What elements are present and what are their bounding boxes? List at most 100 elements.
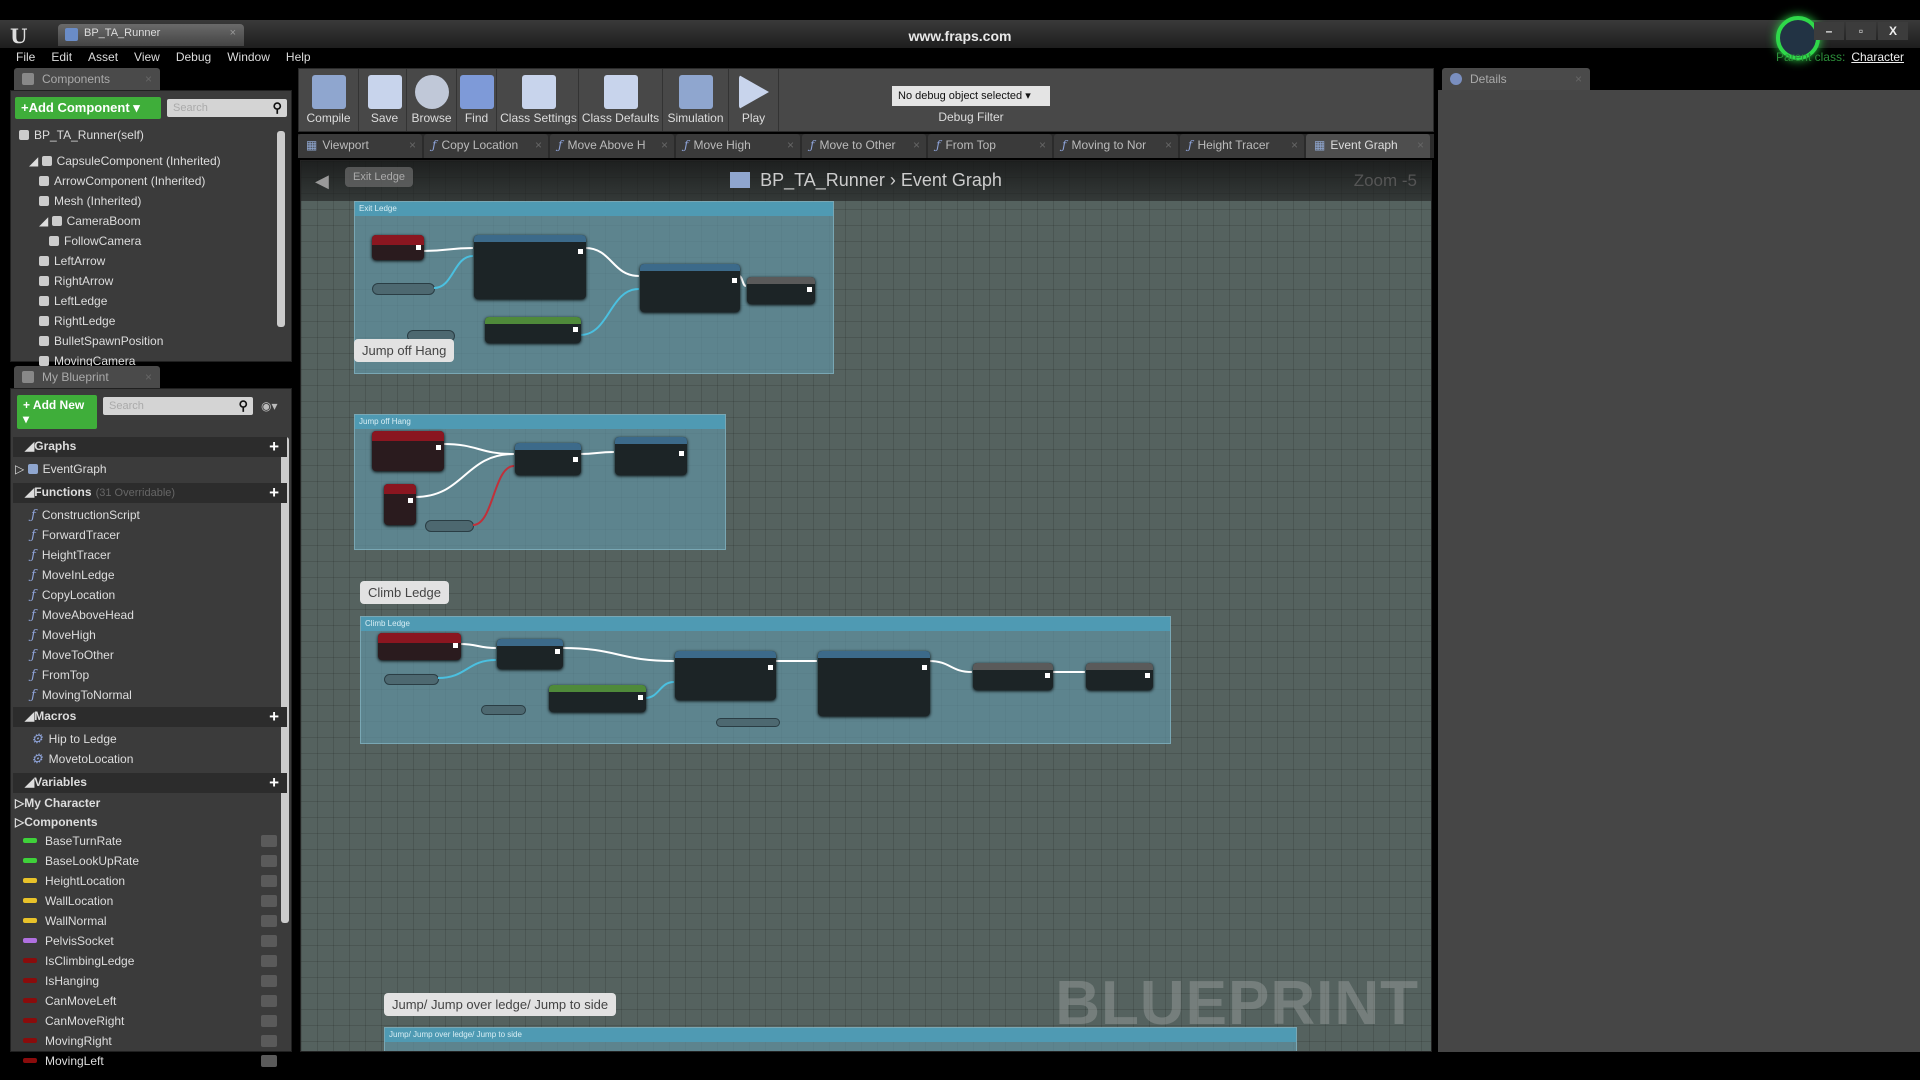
function-item[interactable]: ƒ ConstructionScript [31,505,140,525]
set-variable-node[interactable] [1086,663,1153,690]
components-scrollbar[interactable] [277,131,285,327]
menu-window[interactable]: Window [227,48,279,66]
close-tab-icon[interactable]: × [1165,138,1172,152]
variable-visibility-eye-icon[interactable] [261,915,277,927]
variable-get-node[interactable] [481,705,526,715]
variable-item[interactable]: MovingLeft [23,1051,104,1071]
my-blueprint-tab[interactable]: My Blueprint × [14,366,160,388]
comment-bubble[interactable]: Jump/ Jump over ledge/ Jump to side [384,993,617,1016]
variable-group[interactable]: ▷Components [15,812,98,832]
comment-box[interactable]: Jump off Hang [354,414,726,550]
menu-view[interactable]: View [134,48,169,66]
exec-pin-icon[interactable] [922,665,927,670]
exec-pin-icon[interactable] [732,278,737,283]
expand-arrow-icon[interactable]: ◢ [29,154,42,168]
add-component-button[interactable]: +Add Component ▾ [15,97,161,119]
variable-item[interactable]: PelvisSocket [23,931,114,951]
close-tab-icon[interactable]: × [661,138,668,152]
component-item[interactable]: BP_TA_Runner(self) [19,125,144,145]
comment-box[interactable]: Climb Ledge [360,616,1171,744]
tab-moving-to-nor[interactable]: ƒ Moving to Nor × [1054,134,1178,158]
variable-item[interactable]: BaseLookUpRate [23,851,139,871]
component-item[interactable]: ArrowComponent (Inherited) [39,171,205,191]
my-blueprint-scrollbar[interactable] [281,437,289,923]
section-functions[interactable]: ◢Functions (31 Overridable) + [13,483,287,503]
tab-from-top[interactable]: ƒ From Top × [928,134,1052,158]
variable-get-node[interactable] [716,718,780,727]
event-node[interactable] [384,484,416,525]
variable-visibility-eye-icon[interactable] [261,855,277,867]
variable-visibility-eye-icon[interactable] [261,1035,277,1047]
play-button[interactable]: Play [729,69,779,131]
component-item[interactable]: RightLedge [39,311,115,331]
exec-pin-icon[interactable] [573,327,578,332]
tab-copy-location[interactable]: ƒ Copy Location × [424,134,548,158]
variable-visibility-eye-icon[interactable] [261,935,277,947]
tab-height-tracer[interactable]: ƒ Height Tracer × [1180,134,1304,158]
variable-group[interactable]: ▷My Character [15,793,100,813]
save-button[interactable]: Save [363,69,407,131]
expand-arrow-icon[interactable]: ◢ [39,214,52,228]
component-item[interactable]: ◢ CameraBoom [39,211,141,231]
exec-pin-icon[interactable] [679,451,684,456]
event-node[interactable] [372,431,444,471]
component-item[interactable]: LeftLedge [39,291,107,311]
component-item[interactable]: ◢ CapsuleComponent (Inherited) [29,151,221,171]
function-item[interactable]: ƒ MovingToNormal [31,685,132,705]
my-blueprint-search-input[interactable]: Search ⚲ [103,397,253,415]
function-item[interactable]: ƒ MoveInLedge [31,565,115,585]
comment-bubble[interactable]: Climb Ledge [360,581,449,604]
exec-pin-icon[interactable] [638,695,643,700]
menu-edit[interactable]: Edit [51,48,81,66]
variable-item[interactable]: CanMoveRight [23,1011,124,1031]
add-functions-button[interactable]: + [269,483,279,503]
variable-item[interactable]: BaseTurnRate [23,831,122,851]
function-call-node[interactable] [615,437,687,475]
function-item[interactable]: ƒ MoveHigh [31,625,96,645]
exec-pin-icon[interactable] [1145,673,1150,678]
variable-get-node[interactable] [425,520,474,532]
add-variables-button[interactable]: + [269,773,279,793]
component-item[interactable]: Mesh (Inherited) [39,191,141,211]
pure-function-node[interactable] [549,685,646,712]
set-variable-node[interactable] [747,277,815,304]
variable-visibility-eye-icon[interactable] [261,975,277,987]
function-item[interactable]: ƒ MoveAboveHead [31,605,134,625]
class-settings-button[interactable]: Class Settings [499,69,579,131]
close-tab-icon[interactable]: × [913,138,920,152]
section-graphs[interactable]: ◢Graphs + [13,437,287,457]
close-tab-icon[interactable]: × [1039,138,1046,152]
menu-debug[interactable]: Debug [176,48,220,66]
function-item[interactable]: ƒ ForwardTracer [31,525,120,545]
variable-visibility-eye-icon[interactable] [261,955,277,967]
simulation-button[interactable]: Simulation [663,69,729,131]
component-item[interactable]: LeftArrow [39,251,105,271]
variable-item[interactable]: CanMoveLeft [23,991,116,1011]
close-icon[interactable]: × [145,72,152,86]
variable-visibility-eye-icon[interactable] [261,1015,277,1027]
breadcrumb-root[interactable]: BP_TA_Runner [760,170,885,190]
variable-visibility-eye-icon[interactable] [261,835,277,847]
view-options-eye-icon[interactable]: ◉▾ [261,399,278,413]
function-call-node[interactable] [818,651,930,716]
add-new-button[interactable]: + Add New ▾ [17,395,97,429]
class-defaults-button[interactable]: Class Defaults [579,69,663,131]
find-button[interactable]: Find [457,69,497,131]
minimize-button[interactable]: – [1814,22,1844,40]
maximize-button[interactable]: ▫ [1846,22,1876,40]
debug-object-select[interactable]: No debug object selected ▾ [892,86,1050,106]
variable-item[interactable]: MovingRight [23,1031,112,1051]
graph-item-eventgraph[interactable]: ▷ EventGraph [15,459,107,479]
menu-asset[interactable]: Asset [88,48,127,66]
exec-pin-icon[interactable] [416,245,421,250]
comment-bubble[interactable]: Jump off Hang [354,339,455,362]
event-graph-canvas[interactable]: Exit Ledge Jump off Hang Jump off Hang Clim… [300,160,1432,1052]
menu-file[interactable]: File [16,48,44,66]
pure-function-node[interactable] [485,317,581,343]
details-tab[interactable]: Details × [1442,68,1590,90]
section-variables[interactable]: ◢Variables + [13,773,287,793]
exec-pin-icon[interactable] [578,249,583,254]
event-node[interactable] [372,235,424,260]
exec-pin-icon[interactable] [1045,673,1050,678]
function-item[interactable]: ƒ HeightTracer [31,545,111,565]
